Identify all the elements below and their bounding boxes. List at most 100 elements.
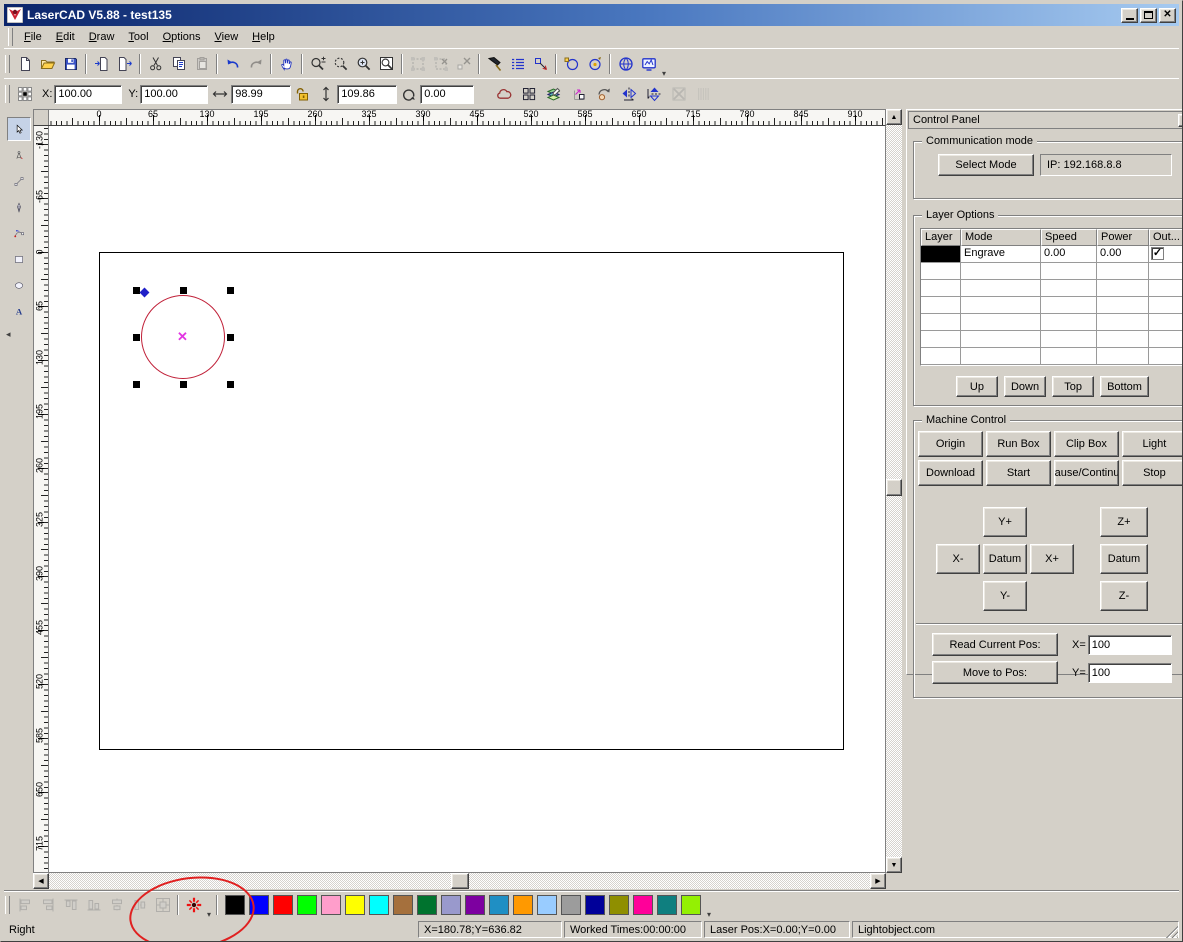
drawing-canvas[interactable]: ✕: [49, 126, 886, 873]
selection-handle[interactable]: [133, 381, 140, 388]
zoom-selection-button[interactable]: [329, 53, 352, 75]
layer-col-layer[interactable]: Layer: [921, 229, 961, 246]
selection-handle[interactable]: [180, 381, 187, 388]
height-field[interactable]: [337, 85, 397, 104]
bezier-tool-button[interactable]: [7, 221, 31, 245]
run-box-button[interactable]: Run Box: [986, 431, 1051, 457]
color-swatch-4[interactable]: [321, 895, 341, 915]
rotate-hand-button[interactable]: [592, 83, 615, 105]
minimize-button[interactable]: [1121, 8, 1138, 23]
text-tool-button[interactable]: A: [7, 299, 31, 323]
mirror-vertical-button[interactable]: [642, 83, 665, 105]
close-button[interactable]: ✕: [1159, 8, 1176, 23]
cloud-outline-button[interactable]: [492, 83, 515, 105]
import-file-button[interactable]: [90, 53, 113, 75]
scroll-up-button[interactable]: ▲: [886, 109, 902, 125]
move-to-pos-button[interactable]: Move to Pos:: [932, 661, 1058, 684]
vertical-scroll-thumb[interactable]: [886, 479, 902, 496]
layer-speed-cell[interactable]: 0.00: [1041, 246, 1097, 263]
selection-handle[interactable]: [227, 334, 234, 341]
palette-overflow-chevron[interactable]: ▾: [705, 910, 713, 919]
menu-options[interactable]: Options: [156, 29, 208, 45]
node-select-button[interactable]: [529, 53, 552, 75]
menu-tool[interactable]: Tool: [121, 29, 155, 45]
save-file-button[interactable]: [59, 53, 82, 75]
layer-output-cell[interactable]: ✓: [1149, 246, 1183, 263]
pos-x-field[interactable]: [1088, 635, 1172, 655]
menu-help[interactable]: Help: [245, 29, 282, 45]
laser-origin-button[interactable]: [182, 894, 205, 916]
menu-draw[interactable]: Draw: [82, 29, 122, 45]
color-swatch-11[interactable]: [489, 895, 509, 915]
zoom-page-button[interactable]: [375, 53, 398, 75]
selection-handle[interactable]: [133, 334, 140, 341]
start-node-marker[interactable]: [140, 288, 150, 298]
color-swatch-12[interactable]: [513, 895, 533, 915]
preview-path-button[interactable]: [560, 53, 583, 75]
light-button[interactable]: Light: [1122, 431, 1183, 457]
palette-collapse-arrow[interactable]: ◂: [4, 329, 11, 340]
simulate-monitor-button[interactable]: [637, 53, 660, 75]
layer-stack-button[interactable]: [542, 83, 565, 105]
bottom-grip[interactable]: [5, 896, 10, 914]
layer-mode-cell[interactable]: Engrave: [961, 246, 1041, 263]
color-swatch-15[interactable]: [585, 895, 605, 915]
layer-col-out[interactable]: Out...: [1149, 229, 1183, 246]
cut-button[interactable]: [144, 53, 167, 75]
undo-button[interactable]: [221, 53, 244, 75]
resize-grip[interactable]: [1166, 926, 1178, 938]
color-swatch-5[interactable]: [345, 895, 365, 915]
export-file-button[interactable]: [113, 53, 136, 75]
jog-x-plus-button[interactable]: X+: [1030, 544, 1074, 574]
line-tool-button[interactable]: [7, 169, 31, 193]
toolbar-grip[interactable]: [5, 55, 10, 73]
layer-down-button[interactable]: Down: [1004, 376, 1046, 397]
control-panel-close-button[interactable]: ×: [1178, 114, 1183, 127]
color-swatch-16[interactable]: [609, 895, 629, 915]
toolbar-overflow-chevron[interactable]: ▾: [660, 69, 668, 78]
array-copy-button[interactable]: [517, 83, 540, 105]
color-swatch-14[interactable]: [561, 895, 581, 915]
zoom-in-out-button[interactable]: [306, 53, 329, 75]
pick-tool-button[interactable]: [483, 53, 506, 75]
layer-bottom-button[interactable]: Bottom: [1100, 376, 1149, 397]
layer-up-button[interactable]: Up: [956, 376, 998, 397]
origin-button[interactable]: Origin: [918, 431, 983, 457]
copy-button[interactable]: [167, 53, 190, 75]
pan-hand-button[interactable]: [275, 53, 298, 75]
anchor-grid-button[interactable]: [13, 83, 36, 105]
maximize-button[interactable]: [1140, 8, 1157, 23]
pen-tool-button[interactable]: [7, 195, 31, 219]
menu-grip[interactable]: [8, 28, 13, 46]
pause-continue-button[interactable]: Pause/Continue: [1054, 460, 1119, 486]
jog-y-plus-button[interactable]: Y+: [983, 507, 1027, 537]
layer-output-checkbox[interactable]: ✓: [1151, 247, 1164, 260]
horizontal-scrollbar[interactable]: ◀ ▶: [33, 873, 886, 889]
network-globe-button[interactable]: [614, 53, 637, 75]
scroll-down-button[interactable]: ▼: [886, 857, 902, 873]
layer-top-button[interactable]: Top: [1052, 376, 1094, 397]
download-button[interactable]: Download: [918, 460, 983, 486]
selection-handle[interactable]: [180, 287, 187, 294]
clip-box-button[interactable]: Clip Box: [1054, 431, 1119, 457]
select-mode-button[interactable]: Select Mode: [938, 154, 1034, 176]
toolbar-grip2[interactable]: [5, 85, 10, 103]
color-swatch-17[interactable]: [633, 895, 653, 915]
scroll-right-button[interactable]: ▶: [870, 873, 886, 889]
color-swatch-7[interactable]: [393, 895, 413, 915]
ellipse-tool-button[interactable]: [7, 273, 31, 297]
selection-handle[interactable]: [227, 381, 234, 388]
y-position-field[interactable]: [140, 85, 208, 104]
color-swatch-0[interactable]: [225, 895, 245, 915]
rectangle-tool-button[interactable]: [7, 247, 31, 271]
width-field[interactable]: [231, 85, 291, 104]
color-swatch-2[interactable]: [273, 895, 293, 915]
layer-color-swatch[interactable]: [921, 246, 961, 263]
color-swatch-9[interactable]: [441, 895, 461, 915]
color-swatch-18[interactable]: [657, 895, 677, 915]
jog-z-plus-button[interactable]: Z+: [1100, 507, 1148, 537]
color-swatch-10[interactable]: [465, 895, 485, 915]
origin-dropdown-chevron[interactable]: ▾: [205, 910, 213, 919]
parameter-list-button[interactable]: [506, 53, 529, 75]
new-file-button[interactable]: [13, 53, 36, 75]
